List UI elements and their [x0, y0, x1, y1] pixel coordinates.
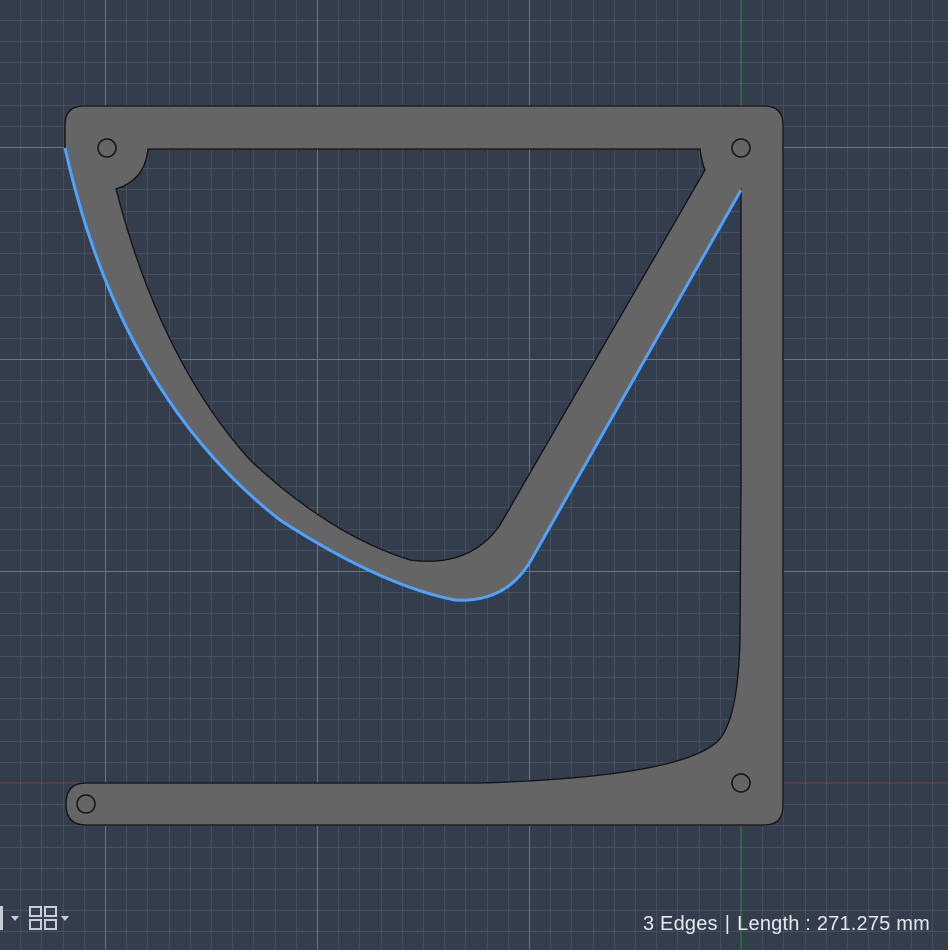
mounting-hole[interactable] [731, 138, 751, 158]
selected-length: Length : 271.275 mm [737, 913, 930, 935]
mounting-hole[interactable] [97, 138, 117, 158]
mounting-hole[interactable] [76, 794, 96, 814]
sketch-canvas[interactable] [0, 0, 948, 950]
display-mode-icon[interactable] [0, 906, 3, 930]
viewport-layout-icon [29, 906, 57, 930]
selection-status: 3 Edges | Length : 271.275 mm [643, 913, 930, 936]
viewport-layout-button[interactable] [29, 906, 79, 930]
viewport-tools [0, 902, 79, 934]
chevron-down-icon[interactable] [11, 915, 19, 921]
chevron-down-icon [61, 915, 69, 921]
selected-edges-count: 3 Edges [642, 913, 718, 935]
mounting-hole[interactable] [731, 773, 751, 793]
status-separator: | [724, 913, 731, 935]
cad-viewport[interactable]: 3 Edges | Length : 271.275 mm [0, 0, 948, 950]
